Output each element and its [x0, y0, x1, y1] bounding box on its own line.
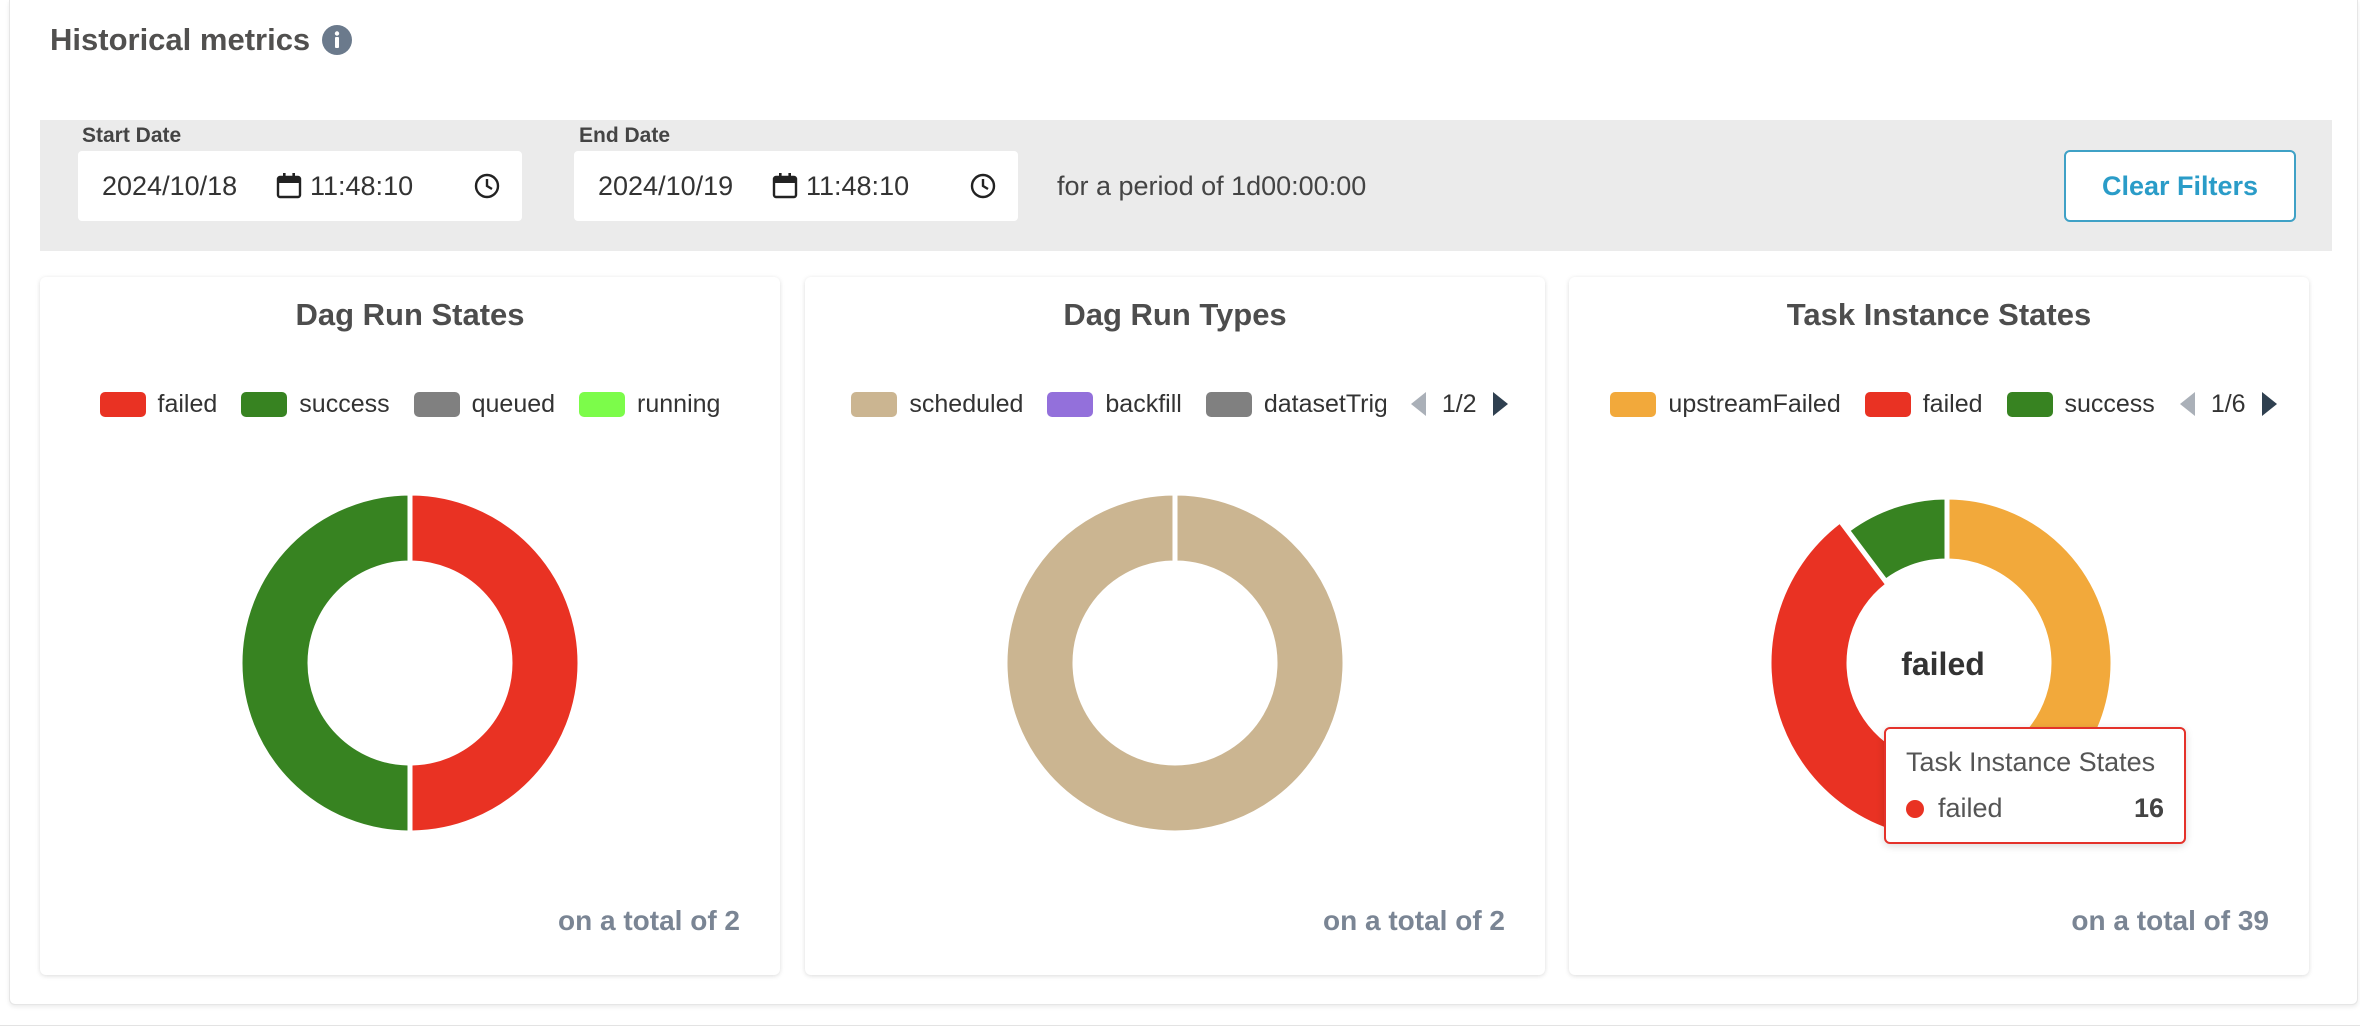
start-time-value[interactable]: 11:48:10	[310, 171, 460, 202]
tooltip-row: failed 16	[1906, 793, 2164, 824]
clear-filters-button[interactable]: Clear Filters	[2064, 150, 2296, 222]
end-date-label: End Date	[579, 124, 671, 147]
tooltip-value: 16	[2133, 793, 2164, 823]
donut-slice-success[interactable]	[241, 494, 409, 832]
donut-slice-scheduled[interactable]	[1006, 494, 1344, 832]
period-text: for a period of 1d00:00:00	[1057, 171, 1367, 201]
chart-total: on a total of 39	[2071, 905, 2269, 936]
calendar-icon[interactable]	[274, 171, 304, 201]
clock-icon[interactable]	[968, 171, 998, 201]
calendar-icon[interactable]	[770, 171, 800, 201]
info-icon[interactable]	[322, 25, 353, 55]
chart-card-dag-run-states: Dag Run States failed success queued run…	[40, 277, 780, 975]
end-time-value[interactable]: 11:48:10	[806, 171, 956, 202]
start-date-value[interactable]: 2024/10/18	[102, 171, 270, 202]
end-date-input[interactable]: 2024/10/19 11:48:10	[574, 151, 1018, 221]
chart-total: on a total of 2	[1323, 905, 1505, 936]
bottom-divider	[0, 1025, 2360, 1026]
tooltip-marker	[1906, 799, 1924, 818]
chart-total: on a total of 2	[558, 905, 740, 936]
tooltip-label: failed	[1938, 793, 2003, 823]
end-date-value[interactable]: 2024/10/19	[598, 171, 766, 202]
donut-slice-failed[interactable]	[411, 494, 579, 832]
chart-card-dag-run-types: Dag Run Types scheduled backfill dataset…	[805, 277, 1545, 975]
chart-card-task-instance-states: Task Instance States upstreamFailed fail…	[1569, 277, 2309, 975]
section-title-text: Historical metrics	[50, 22, 311, 57]
start-date-label: Start Date	[82, 124, 182, 147]
tooltip-title: Task Instance States	[1906, 747, 2156, 777]
start-date-input[interactable]: 2024/10/18 11:48:10	[78, 151, 522, 221]
donut-chart	[1770, 498, 2112, 840]
donut-center-label: failed	[1901, 646, 1985, 682]
donut-chart	[1006, 494, 1344, 832]
donut-chart	[241, 494, 579, 832]
clock-icon[interactable]	[472, 171, 502, 201]
section-title: Historical metrics	[50, 22, 353, 58]
chart-tooltip: Task Instance States failed 16	[1884, 727, 2186, 844]
